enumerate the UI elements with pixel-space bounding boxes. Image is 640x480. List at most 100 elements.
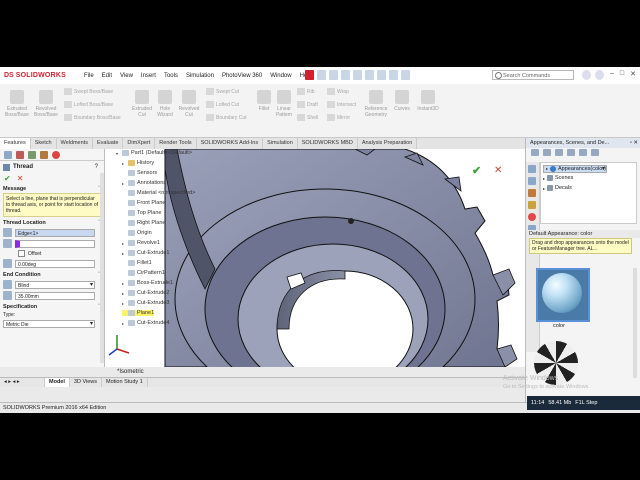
print-icon[interactable] bbox=[353, 70, 362, 80]
tab-addins[interactable]: SOLIDWORKS Add-Ins bbox=[197, 138, 264, 149]
home-icon[interactable] bbox=[555, 149, 563, 156]
undo-icon[interactable] bbox=[365, 70, 374, 80]
property-manager-icon[interactable] bbox=[16, 151, 24, 159]
view-options-icon[interactable] bbox=[591, 149, 599, 156]
end-condition-header[interactable]: End Conditionˆ bbox=[0, 269, 104, 279]
tree-item[interactable]: ▸ Cut-Extrude3 bbox=[122, 300, 169, 306]
tree-item[interactable]: Front Plane bbox=[122, 200, 165, 206]
file-explorer-icon[interactable] bbox=[528, 189, 536, 197]
tree-item[interactable]: ▸ Cut-Extrude4 bbox=[122, 320, 169, 326]
swept-cut-button[interactable]: Swept Cut bbox=[206, 88, 239, 95]
tab-features[interactable]: Features bbox=[0, 138, 31, 149]
tab-evaluate[interactable]: Evaluate bbox=[93, 138, 124, 149]
swept-boss-button[interactable]: Swept Boss/Base bbox=[64, 88, 113, 95]
tree-item[interactable]: ▸ Cut-Extrude1 bbox=[122, 250, 169, 256]
menu-simulation[interactable]: Simulation bbox=[186, 73, 214, 79]
mirror-button[interactable]: Mirror bbox=[327, 114, 350, 121]
search-commands-input[interactable]: Search Commands bbox=[492, 70, 574, 80]
appearances-icon[interactable] bbox=[528, 213, 536, 221]
design-library-icon[interactable] bbox=[528, 177, 536, 185]
end-condition-select[interactable]: Blind bbox=[15, 280, 95, 289]
tab-nav-arrows[interactable]: ◂ ▸ ◂ ▸ bbox=[0, 378, 45, 387]
tree-item[interactable]: Right Plane bbox=[122, 220, 165, 226]
tree-item[interactable]: ▸ Cut-Extrude2 bbox=[122, 290, 169, 296]
draft-button[interactable]: Draft bbox=[297, 101, 318, 108]
lofted-cut-button[interactable]: Lofted Cut bbox=[206, 101, 239, 108]
rebuild-icon[interactable] bbox=[389, 70, 398, 80]
start-location-field[interactable] bbox=[15, 239, 95, 248]
tree-appearances[interactable]: ▸ Appearances(color) bbox=[543, 165, 608, 173]
pin-icon[interactable]: ▫ ✕ bbox=[630, 138, 638, 148]
tab-simulation[interactable]: Simulation bbox=[263, 138, 298, 149]
dimxpert-manager-icon[interactable] bbox=[40, 151, 48, 159]
select-icon[interactable] bbox=[377, 70, 386, 80]
tree-item[interactable]: Material <not specified> bbox=[122, 190, 195, 196]
reference-geometry-button[interactable]: Reference Geometry bbox=[362, 90, 390, 118]
hole-wizard-button[interactable]: Hole Wizard bbox=[154, 90, 176, 118]
tree-item[interactable]: ▸ History bbox=[122, 160, 154, 166]
refresh-icon[interactable] bbox=[579, 149, 587, 156]
tree-item[interactable]: Origin bbox=[122, 230, 152, 236]
user-icon[interactable] bbox=[595, 70, 604, 80]
appearance-swatch[interactable] bbox=[536, 268, 590, 322]
revolved-cut-button[interactable]: Revolved Cut bbox=[177, 90, 201, 118]
cancel-x-icon[interactable]: ✕ bbox=[17, 174, 24, 183]
back-icon[interactable] bbox=[531, 149, 539, 156]
confirm-corner-ok-icon[interactable]: ✔ bbox=[472, 164, 481, 177]
forward-icon[interactable] bbox=[543, 149, 551, 156]
tab-3d-views[interactable]: 3D Views bbox=[70, 378, 103, 387]
tab-model[interactable]: Model bbox=[45, 378, 70, 387]
wrap-button[interactable]: Wrap bbox=[327, 88, 349, 95]
type-select[interactable]: Metric Die bbox=[3, 320, 95, 328]
menu-tools[interactable]: Tools bbox=[164, 73, 178, 79]
edge-selection-field[interactable]: Edge<1> bbox=[15, 228, 95, 237]
help-icon[interactable]: ? bbox=[95, 164, 98, 170]
shell-button[interactable]: Shell bbox=[297, 114, 318, 121]
open-file-icon[interactable] bbox=[329, 70, 338, 80]
tab-motion-study[interactable]: Motion Study 1 bbox=[102, 378, 148, 387]
ok-check-icon[interactable]: ✔ bbox=[4, 174, 11, 183]
confirm-corner-cancel-icon[interactable]: ✕ bbox=[494, 165, 502, 176]
menu-photoview[interactable]: PhotoView 360 bbox=[222, 73, 262, 79]
add-location-icon[interactable] bbox=[567, 149, 575, 156]
linear-pattern-button[interactable]: Linear Pattern bbox=[274, 90, 294, 118]
extruded-cut-button[interactable]: Extruded Cut bbox=[130, 90, 154, 118]
curves-button[interactable]: Curves bbox=[392, 90, 412, 112]
revolved-boss-button[interactable]: Revolved Boss/Base bbox=[32, 90, 60, 118]
task-pane-scrollbar[interactable] bbox=[633, 268, 637, 378]
tab-render-tools[interactable]: Render Tools bbox=[155, 138, 197, 149]
resources-icon[interactable] bbox=[528, 165, 536, 173]
tab-mbd[interactable]: SOLIDWORKS MBD bbox=[298, 138, 358, 149]
thread-location-header[interactable]: Thread Locationˆ bbox=[0, 217, 104, 227]
tree-item[interactable]: Sensors bbox=[122, 170, 157, 176]
tree-item[interactable]: ▸ Revolve1 bbox=[122, 240, 160, 246]
configuration-manager-icon[interactable] bbox=[28, 151, 36, 159]
tree-item[interactable]: ▸ Boss-Extrude1 bbox=[122, 280, 173, 286]
taskbar-label[interactable]: F1L Step bbox=[575, 400, 597, 406]
new-file-icon[interactable] bbox=[317, 70, 326, 80]
tree-item[interactable]: CirPattern1 bbox=[122, 270, 165, 276]
tree-item-selected[interactable]: Plane1 bbox=[122, 310, 155, 316]
boundary-cut-button[interactable]: Boundary Cut bbox=[206, 114, 247, 121]
close-icon[interactable]: ✕ bbox=[630, 70, 636, 78]
minimize-icon[interactable]: – bbox=[610, 70, 614, 78]
fillet-button[interactable]: Fillet bbox=[254, 90, 274, 112]
tree-root[interactable]: ▾ Part1 (Default<<Default> bbox=[116, 150, 192, 156]
menu-insert[interactable]: Insert bbox=[141, 73, 156, 79]
tab-sketch[interactable]: Sketch bbox=[31, 138, 57, 149]
intersect-button[interactable]: Intersect bbox=[327, 101, 356, 108]
help-icon[interactable] bbox=[582, 70, 591, 80]
menu-edit[interactable]: Edit bbox=[102, 73, 112, 79]
tree-scenes[interactable]: ▸ Scenes bbox=[543, 175, 573, 181]
reverse-direction-icon[interactable] bbox=[3, 280, 12, 289]
menu-file[interactable]: File bbox=[84, 73, 94, 79]
tab-dimxpert[interactable]: DimXpert bbox=[123, 138, 156, 149]
menu-window[interactable]: Window bbox=[270, 73, 291, 79]
menu-view[interactable]: View bbox=[120, 73, 133, 79]
tree-item[interactable]: Fillet1 bbox=[122, 260, 152, 266]
pin-icon[interactable] bbox=[305, 70, 314, 80]
save-icon[interactable] bbox=[341, 70, 350, 80]
pm-scrollbar[interactable] bbox=[100, 173, 104, 363]
tab-weldments[interactable]: Weldments bbox=[57, 138, 93, 149]
start-angle-field[interactable]: 0.00deg bbox=[15, 259, 95, 268]
